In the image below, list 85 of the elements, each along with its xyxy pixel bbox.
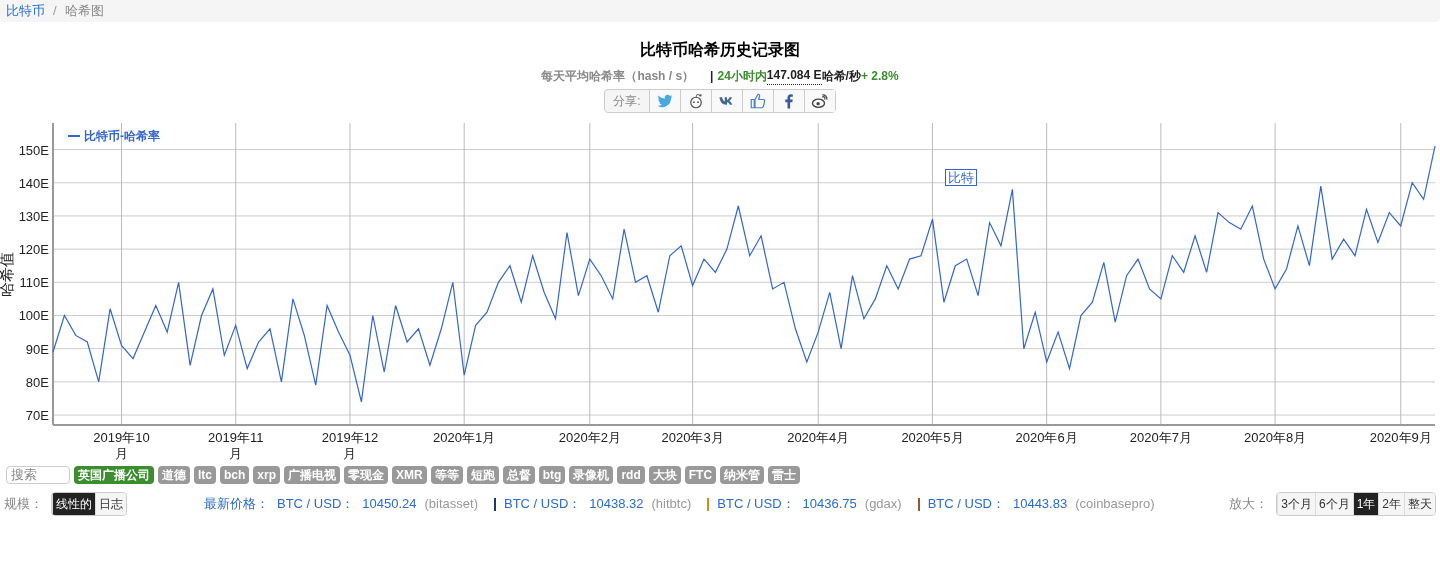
coin-tag[interactable]: 纳米管 [720,466,765,484]
share-button[interactable] [803,90,835,112]
zoom-option[interactable]: 整天 [1404,493,1435,515]
coin-tag[interactable]: 大块 [648,466,681,484]
price-source: (coinbasepro) [1075,495,1155,514]
y-axis-label: 90E [25,341,49,357]
coin-tag[interactable]: 广播电视 [284,466,341,484]
coin-tag[interactable]: 雷士 [768,466,801,484]
breadcrumb-separator: / [53,2,57,21]
share-button[interactable] [772,90,804,112]
hashrate-value: 147.084 E [766,66,822,85]
price-pair: BTC / USD： [504,495,582,514]
coin-tag[interactable]: bch [220,466,250,484]
separator-text: | [710,67,714,85]
price-value: 10436.75 [802,495,857,514]
x-axis-label: 2020年3月 [660,430,725,446]
x-axis-label: 2020年6月 [1014,430,1079,446]
price-source: (gdax) [864,495,902,514]
x-axis-label: 2020年9月 [1368,430,1433,446]
scale-label: 规模： [4,495,43,514]
coin-tag[interactable]: 道德 [158,466,190,484]
zoom-label: 放大： [1229,495,1269,514]
zoom-option[interactable]: 1年 [1352,493,1379,515]
y-axis-label: 150E [18,142,49,158]
zoom-option[interactable]: 3个月 [1277,493,1315,515]
x-axis-label: 2020年2月 [557,430,622,446]
weibo-icon [810,92,829,110]
price-value: 10438.32 [589,495,644,514]
x-axis-label: 2020年4月 [786,430,851,446]
breadcrumb-link[interactable]: 比特币 [6,1,45,21]
share-button[interactable] [679,90,711,112]
change-value: + 2.8% [860,67,899,85]
x-axis-label: 2020年7月 [1128,430,1193,446]
x-axis-label: 2020年1月 [432,430,497,446]
x-axis-label: 2019年11月 [207,430,265,462]
scale-option[interactable]: 日志 [95,493,126,515]
chart-title: 比特币哈希历史记录图 [640,40,800,60]
price-pair: BTC / USD： [277,495,355,514]
prices-label: 最新价格： [204,495,269,514]
unit-label: 哈希/秒 [821,67,861,85]
thumbs-up-icon [748,92,767,110]
twitter-icon [655,92,674,110]
x-axis-label: 2020年5月 [900,430,965,446]
share-button[interactable] [710,90,742,112]
search-field[interactable]: 搜索 [6,466,70,484]
coin-tag[interactable]: 短跑 [466,466,499,484]
metric-label: 每天平均哈希率（hash / s） [541,67,695,85]
legend-label: 比特币-哈希率 [84,128,160,145]
y-axis-title: 哈希值 [0,251,15,297]
coin-tag[interactable]: btg [538,466,566,484]
x-axis-label: 2019年12月 [320,430,380,462]
price-value: 10443.83 [1012,495,1068,514]
price-pair: BTC / USD： [927,495,1005,514]
annotation-flag: 比特 [945,169,977,186]
y-axis-label: 140E [18,175,49,191]
x-axis-label: 2020年8月 [1243,430,1308,446]
coin-tag[interactable]: 录像机 [569,466,614,484]
x-axis-label: 2019年10月 [92,430,151,462]
y-axis-label: 80E [25,374,49,390]
share-label: 分享: [612,93,642,110]
coin-tag[interactable]: FTC [684,466,717,484]
coin-tag[interactable]: 等等 [430,466,463,484]
price-source: (hitbtc) [651,495,692,514]
coin-tag[interactable]: 总督 [502,466,535,484]
coin-tag[interactable]: xrp [253,466,281,484]
period-label: 24小时内 [717,67,767,85]
breadcrumb-current: 哈希图 [64,2,104,21]
y-axis-label: 110E [19,275,49,291]
price-pair: BTC / USD： [717,495,795,514]
coin-tag[interactable]: ltc [194,466,216,484]
coin-tag[interactable]: XMR [392,466,427,484]
y-axis-label: 120E [18,242,49,258]
scale-option[interactable]: 线性的 [52,493,95,515]
y-axis-label: 100E [18,308,49,324]
coin-tag[interactable]: 英国广播公司 [74,466,154,484]
zoom-option[interactable]: 2年 [1378,493,1404,515]
share-button[interactable] [741,90,773,112]
zoom-option[interactable]: 6个月 [1314,493,1353,515]
price-value: 10450.24 [362,495,417,514]
coin-tag[interactable]: 零现金 [344,466,389,484]
legend-line-icon [68,135,80,137]
coin-tag[interactable]: rdd [617,466,645,484]
y-axis-label: 130E [18,208,49,224]
y-axis-label: 70E [25,408,49,424]
price-source: (bitasset) [424,495,478,514]
